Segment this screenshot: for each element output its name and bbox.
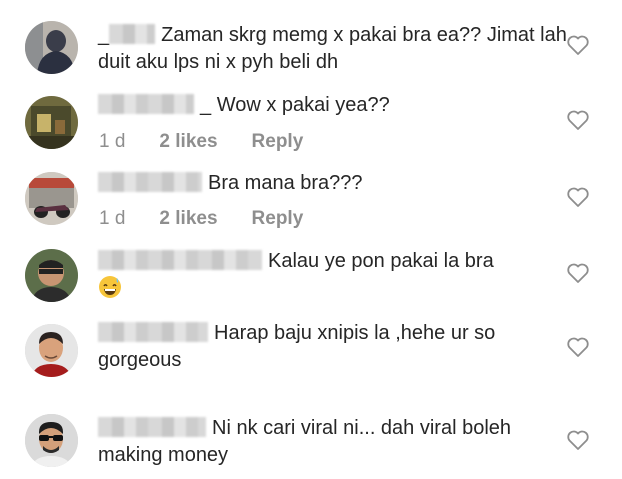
comment-meta: 1 d 2 likes Reply bbox=[99, 131, 337, 153]
redacted-username bbox=[109, 24, 156, 44]
likes-count[interactable]: 2 likes bbox=[159, 131, 217, 152]
reply-button[interactable]: Reply bbox=[252, 208, 304, 229]
avatar[interactable] bbox=[25, 249, 78, 302]
redacted-username bbox=[98, 250, 262, 270]
grinning-sweat-emoji bbox=[99, 276, 121, 298]
heart-icon[interactable] bbox=[566, 109, 590, 131]
reply-button[interactable]: Reply bbox=[252, 131, 304, 152]
redacted-username bbox=[98, 172, 202, 192]
comment-text: Harap baju xnipis la ,hehe ur so gorgeou… bbox=[98, 322, 496, 371]
heart-icon[interactable] bbox=[566, 262, 590, 284]
redacted-username bbox=[98, 322, 208, 342]
comment-time: 1 d bbox=[99, 208, 126, 229]
comment-text: Kalau ye pon pakai la bra bbox=[98, 248, 568, 303]
avatar[interactable] bbox=[25, 21, 78, 74]
heart-icon[interactable] bbox=[566, 34, 590, 56]
redacted-username bbox=[98, 94, 194, 114]
redacted-username bbox=[98, 417, 206, 437]
comment-text: Ni nk cari viral ni... dah viral boleh m… bbox=[98, 417, 512, 466]
avatar[interactable] bbox=[25, 324, 78, 377]
avatar[interactable] bbox=[25, 414, 78, 467]
heart-icon[interactable] bbox=[566, 429, 590, 451]
heart-icon[interactable] bbox=[566, 336, 590, 358]
heart-icon[interactable] bbox=[566, 186, 590, 208]
avatar[interactable] bbox=[25, 96, 78, 149]
username-prefix[interactable]: _ bbox=[98, 24, 109, 46]
username-suffix[interactable]: _ bbox=[200, 94, 211, 116]
comment-text: Bra mana bra??? bbox=[98, 170, 568, 197]
comment-meta: 1 d 2 likes Reply bbox=[99, 208, 337, 230]
avatar[interactable] bbox=[25, 172, 78, 225]
comment-time: 1 d bbox=[99, 131, 126, 152]
comment-text: _ Zaman skrg memg x pakai bra ea?? Jimat … bbox=[98, 24, 567, 73]
comment-text: _ Wow x pakai yea?? bbox=[98, 92, 568, 119]
likes-count[interactable]: 2 likes bbox=[159, 208, 217, 229]
